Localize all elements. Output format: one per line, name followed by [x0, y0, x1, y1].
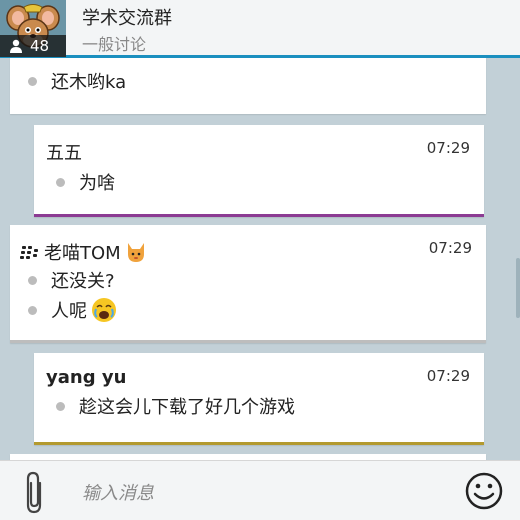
message-card[interactable]: 还木哟ka: [10, 58, 486, 114]
message-accent-bar: [34, 214, 484, 217]
message-text: 人呢: [51, 301, 87, 322]
smiley-icon[interactable]: [464, 471, 504, 511]
sender-label: 五五: [46, 143, 82, 164]
sender-name: 老喵TOM: [20, 239, 147, 265]
member-count: 48: [30, 37, 50, 55]
bullet-dot: [28, 305, 37, 315]
message-line: 人呢: [28, 297, 117, 323]
message-time: 07:29: [426, 367, 470, 385]
paperclip-icon[interactable]: [20, 469, 50, 515]
message-text: 还没关?: [51, 271, 115, 292]
message-text: 为啥: [79, 173, 115, 194]
message-card[interactable]: 五五 07:29 为啥: [34, 125, 484, 217]
message-time: 07:29: [428, 239, 472, 257]
bullet-dot: [28, 275, 37, 285]
message-accent-bar: [34, 442, 484, 445]
group-subtitle: 一般讨论: [82, 35, 147, 54]
member-icon: [10, 39, 22, 53]
message-card[interactable]: 老喵TOM 07:29 还没关? 人呢: [10, 225, 486, 343]
bullet-dot: [28, 76, 37, 86]
group-title: 学术交流群: [82, 8, 172, 29]
member-count-badge: 48: [0, 35, 66, 57]
group-avatar[interactable]: 48: [0, 0, 66, 57]
message-text: 还木哟ka: [51, 72, 127, 93]
bullet-dot: [56, 177, 65, 187]
bullet-dot: [56, 401, 65, 411]
sender-label: yang yu: [46, 367, 127, 388]
message-line: 为啥: [56, 169, 115, 195]
sender-label: 老喵TOM: [44, 243, 121, 264]
crying-emoji-icon: [92, 298, 116, 322]
sender-name: 五五: [46, 139, 82, 165]
message-line: 还木哟ka: [28, 68, 126, 94]
message-accent-bar: [10, 340, 486, 343]
message-card[interactable]: yang yu 07:29 趁这会儿下载了好几个游戏: [34, 353, 484, 445]
message-input[interactable]: 输入消息: [82, 479, 154, 505]
message-line: 趁这会儿下载了好几个游戏: [56, 393, 295, 419]
message-time: 07:29: [426, 139, 470, 157]
message-line: 还没关?: [28, 267, 115, 293]
scrollbar[interactable]: [516, 258, 520, 318]
message-text: 趁这会儿下载了好几个游戏: [79, 397, 295, 418]
cat-emoji-icon: [127, 243, 144, 262]
message-list[interactable]: 还木哟ka 五五 07:29 为啥 老喵TOM 07:29 还没关? 人呢 ya…: [0, 58, 520, 460]
blackberry-icon: [20, 246, 38, 259]
composer-bar: 输入消息: [0, 460, 520, 520]
sender-name: yang yu: [46, 367, 126, 388]
chat-header: 48 学术交流群 一般讨论: [0, 0, 520, 58]
